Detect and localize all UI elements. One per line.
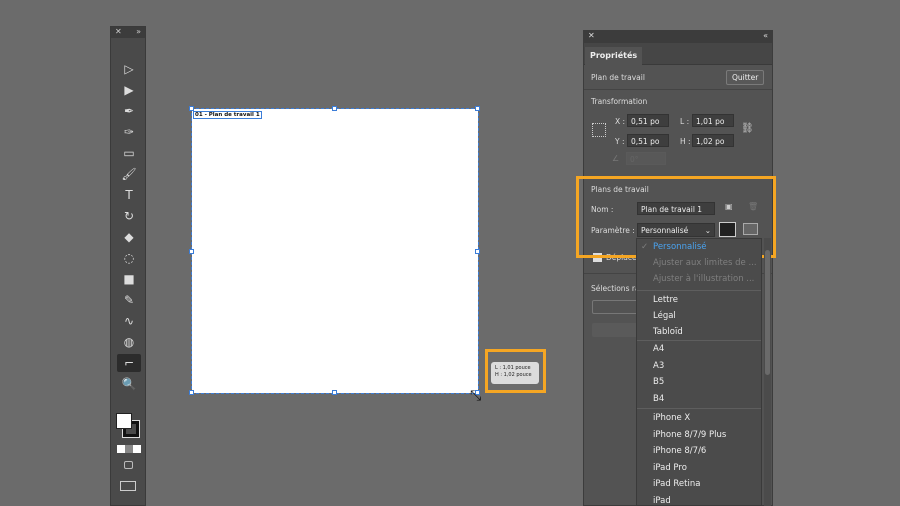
close-icon[interactable]: ✕ [588,31,595,43]
divider [637,340,761,341]
transform-title: Transformation [591,97,648,106]
artboard[interactable] [189,106,480,395]
puppet-warp-tool-icon[interactable]: ∿ [117,312,141,330]
collapse-icon[interactable]: » [136,27,141,38]
eraser-tool-icon[interactable]: ◆ [117,228,141,246]
checkmark-icon: ✓ [641,242,649,252]
dropdown-option[interactable]: A4 [653,344,664,354]
dropdown-option[interactable]: B5 [653,377,664,387]
resize-handle[interactable] [475,106,480,111]
width-field[interactable]: 1,01 po [692,114,734,127]
resize-handle[interactable] [332,106,337,111]
resize-handle[interactable] [189,390,194,395]
dropdown-option[interactable]: Tabloïd [653,327,683,337]
dropdown-option: Ajuster à l'illustration ... [653,274,755,284]
highlight-box [485,349,546,393]
y-label: Y : [615,137,625,146]
dropdown-option[interactable]: iPad Pro [653,463,687,473]
screen-mode-icon[interactable] [120,481,136,491]
eyedropper-tool-icon[interactable]: ✎ [117,291,141,309]
quit-button[interactable]: Quitter [726,70,765,85]
divider [637,408,761,409]
tab-properties[interactable]: Propriétés [585,47,643,66]
resize-handle[interactable] [189,249,194,254]
quick-selection-label: Sélections ra [591,284,640,293]
scrollbar-thumb[interactable] [765,250,770,375]
lasso-tool-icon[interactable]: ◌ [117,249,141,267]
divider [637,290,761,291]
close-icon[interactable]: ✕ [115,27,122,38]
width-label: L : [680,117,690,126]
artboard-tool-icon[interactable]: ⌐ [117,354,141,372]
curvature-tool-icon[interactable]: ✑ [117,123,141,141]
preset-dropdown-list: ✓ Personnalisé Ajuster aux limites de ... A… [636,238,762,506]
reference-point-icon[interactable] [592,123,606,137]
color-mode-icons[interactable] [117,445,141,453]
y-field[interactable]: 0,51 po [627,134,669,147]
x-label: X : [615,117,626,126]
resize-handle[interactable] [332,390,337,395]
dropdown-option[interactable]: B4 [653,394,664,404]
dropdown-option[interactable]: iPhone 8/7/9 Plus [653,430,726,440]
dropdown-option[interactable]: iPad Retina [653,479,700,489]
x-field[interactable]: 0,51 po [627,114,669,127]
dropdown-option[interactable]: iPhone 8/7/6 [653,446,706,456]
type-tool-icon[interactable]: T [117,186,141,204]
fill-swatch[interactable] [116,413,132,429]
tools-panel: ✕ » ▷ ▶ ✒ ✑ ▭ 🖌 T ↻ ◆ ◌ ■ ✎ ∿ ◍ ⌐ 🔍 [110,26,146,506]
dropdown-option: Ajuster aux limites de ... [653,258,757,268]
dropdown-option[interactable]: iPhone X [653,413,690,423]
resize-cursor-icon: ⤡ [470,388,482,404]
pen-tool-icon[interactable]: ✒ [117,102,141,120]
constrain-proportions-icon[interactable]: ⛓ [741,123,754,134]
rectangle-tool-icon[interactable]: ▭ [117,144,141,162]
resize-handle[interactable] [475,249,480,254]
dropdown-option[interactable]: iPad [653,496,671,506]
scrollbar[interactable] [764,238,771,506]
direct-selection-tool-icon[interactable]: ▶ [117,81,141,99]
paintbrush-tool-icon[interactable]: 🖌 [117,165,141,183]
dropdown-option-selected[interactable]: Personnalisé [653,242,707,252]
section-artboard: Plan de travail [591,73,645,82]
height-field[interactable]: 1,02 po [692,134,734,147]
gradient-tool-icon[interactable]: ■ [117,270,141,288]
dropdown-option[interactable]: A3 [653,361,664,371]
zoom-tool-icon[interactable]: 🔍 [117,375,141,393]
shape-builder-tool-icon[interactable]: ◍ [117,333,141,351]
artboard-label[interactable]: 01 - Plan de travail 1 [193,111,262,119]
selection-tool-icon[interactable]: ▷ [117,60,141,78]
draw-mode-icon[interactable] [124,461,133,469]
angle-icon: ∠ [612,154,620,163]
collapse-icon[interactable]: « [763,31,768,43]
rotate-tool-icon[interactable]: ↻ [117,207,141,225]
dropdown-option[interactable]: Légal [653,311,676,321]
dropdown-option[interactable]: Lettre [653,295,678,305]
rotation-field: 0° [626,152,666,165]
height-label: H : [680,137,691,146]
